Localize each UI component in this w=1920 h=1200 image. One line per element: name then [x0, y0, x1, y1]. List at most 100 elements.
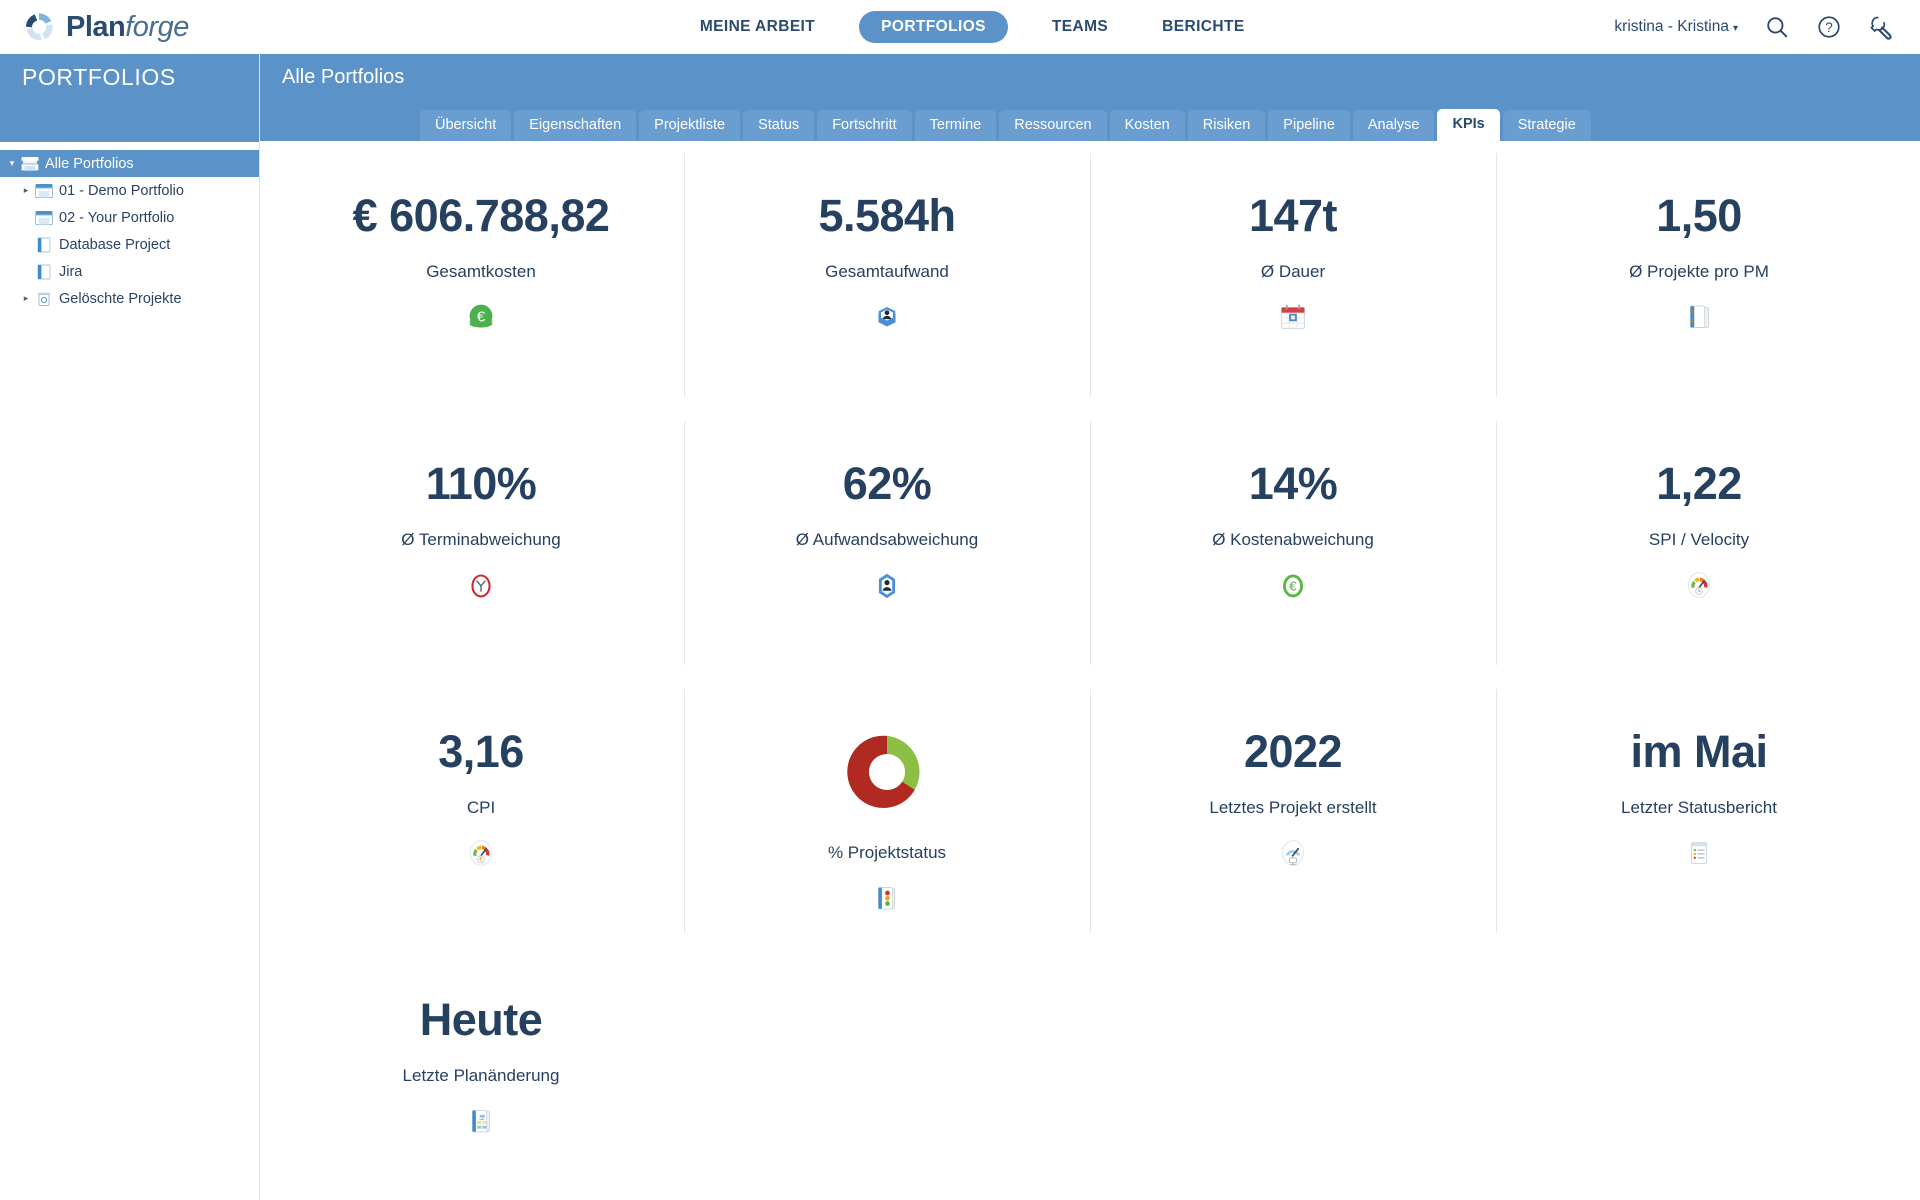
user-zone: kristina - Kristina ▾ ?	[1614, 14, 1920, 40]
nav-item-portfolios[interactable]: PORTFOLIOS	[859, 11, 1008, 43]
kpi-card-spi-velocity[interactable]: 1,22 SPI / Velocity	[1496, 409, 1902, 677]
tab-ressourcen[interactable]: Ressourcen	[999, 110, 1107, 142]
chevron-down-icon: ▾	[1732, 23, 1738, 34]
effort-person-icon	[878, 573, 896, 599]
kpi-card-letztes-projekt-erstellt[interactable]: 2022 Letztes Projekt erstellt	[1090, 677, 1496, 945]
plan-structure-icon	[472, 1110, 490, 1133]
kpi-card-cpi[interactable]: 3,16 CPI €	[278, 677, 684, 945]
speedometer-euro-icon: €	[470, 840, 492, 866]
portfolio-tree: ▾ Alle Portfolios ▸ 01 - Demo Portfolio	[0, 148, 259, 312]
kpi-label: Gesamtaufwand	[825, 262, 949, 282]
tree-item-jira[interactable]: Jira	[0, 258, 259, 285]
kpi-row-4: Heute Letzte Planänderung	[278, 945, 1902, 1200]
effort-person-icon	[878, 307, 896, 327]
tab-pipeline[interactable]: Pipeline	[1268, 110, 1350, 142]
svg-text:€: €	[477, 308, 486, 325]
speedometer-icon	[1688, 572, 1710, 598]
kpi-label: % Projektstatus	[827, 843, 947, 863]
tab-analyse[interactable]: Analyse	[1352, 110, 1435, 142]
search-icon[interactable]	[1764, 14, 1790, 40]
tree-item-label: Jira	[59, 263, 83, 280]
tree-item-label: 01 - Demo Portfolio	[59, 182, 184, 199]
tab-bar: Übersicht Eigenschaften Projektliste Sta…	[420, 109, 1591, 142]
kpi-value: Heute	[419, 994, 543, 1046]
kpi-label: Letztes Projekt erstellt	[1209, 798, 1377, 818]
kpi-value: € 606.788,82	[352, 190, 610, 242]
kpi-card-terminabweichung[interactable]: 110% Ø Terminabweichung	[278, 409, 684, 677]
content-area: Alle Portfolios Übersicht Eigenschaften …	[260, 54, 1920, 1200]
euro-circle-icon: €	[1283, 574, 1303, 598]
kpi-card-projekte-pro-pm[interactable]: 1,50 Ø Projekte pro PM	[1496, 141, 1902, 409]
tab-uebersicht[interactable]: Übersicht	[420, 110, 512, 142]
tab-status[interactable]: Status	[743, 110, 815, 142]
clock-deviation-icon	[471, 574, 491, 598]
tree-item-label: Alle Portfolios	[45, 155, 134, 172]
kpi-cell-empty-2	[1090, 945, 1496, 1200]
tab-kosten[interactable]: Kosten	[1109, 110, 1185, 142]
projektstatus-donut-chart	[847, 735, 920, 809]
kpi-label: Letzter Statusbericht	[1621, 798, 1777, 818]
kpi-card-letzte-planaenderung[interactable]: Heute Letzte Planänderung	[278, 945, 684, 1200]
tree-item-02-your-portfolio[interactable]: 02 - Your Portfolio	[0, 204, 259, 231]
kpi-grid: € 606.788,82 Gesamtkosten € 5.584h Gesam…	[260, 141, 1920, 1200]
tab-risiken[interactable]: Risiken	[1187, 110, 1266, 142]
tree-item-label: Database Project	[59, 236, 171, 253]
sidebar-header: PORTFOLIOS	[0, 54, 259, 142]
kpi-card-aufwandsabweichung[interactable]: 62% Ø Aufwandsabweichung	[684, 409, 1090, 677]
kpi-label: SPI / Velocity	[1648, 530, 1750, 550]
tab-strategie[interactable]: Strategie	[1502, 110, 1591, 142]
tab-fortschritt[interactable]: Fortschritt	[817, 110, 912, 142]
traffic-light-icon	[878, 887, 896, 910]
kpi-label: Ø Terminabweichung	[401, 530, 561, 550]
kpi-row-2: 110% Ø Terminabweichung 62% Ø Aufwandsab…	[278, 409, 1902, 677]
kpi-label: Ø Projekte pro PM	[1629, 262, 1769, 282]
nav-item-berichte[interactable]: BERICHTE	[1152, 12, 1254, 42]
kpi-card-dauer[interactable]: 147t Ø Dauer	[1090, 141, 1496, 409]
help-icon[interactable]: ?	[1816, 14, 1842, 40]
tree-item-database-project[interactable]: Database Project	[0, 231, 259, 258]
tree-item-alle-portfolios[interactable]: ▾ Alle Portfolios	[0, 150, 259, 177]
svg-text:?: ?	[1825, 20, 1833, 35]
kpi-value: 147t	[1248, 190, 1338, 242]
dashboard-monitor-icon	[1282, 840, 1304, 866]
kpi-label: Ø Dauer	[1260, 262, 1326, 282]
calendar-icon	[1281, 304, 1305, 329]
twisty-icon[interactable]: ▸	[18, 293, 34, 304]
project-binder-icon	[1690, 305, 1709, 328]
svg-text:€: €	[1289, 579, 1297, 594]
tree-item-label: 02 - Your Portfolio	[59, 209, 175, 226]
tree-item-01-demo-portfolio[interactable]: ▸ 01 - Demo Portfolio	[0, 177, 259, 204]
kpi-value: 1,22	[1656, 458, 1742, 510]
brand-text-bold: Plan	[66, 10, 126, 43]
tab-projektliste[interactable]: Projektliste	[639, 110, 741, 142]
kpi-card-gesamtkosten[interactable]: € 606.788,82 Gesamtkosten €	[278, 141, 684, 409]
nav-item-teams[interactable]: TEAMS	[1042, 12, 1118, 42]
twisty-icon[interactable]: ▸	[18, 185, 34, 196]
content-header: Alle Portfolios Übersicht Eigenschaften …	[260, 54, 1920, 142]
nav-item-meine-arbeit[interactable]: MEINE ARBEIT	[690, 12, 825, 42]
twisty-icon[interactable]: ▾	[4, 158, 20, 169]
trash-icon	[38, 292, 50, 306]
svg-text:€: €	[479, 857, 483, 864]
tab-termine[interactable]: Termine	[914, 110, 997, 142]
kpi-value: 5.584h	[818, 190, 956, 242]
kpi-card-gesamtaufwand[interactable]: 5.584h Gesamtaufwand	[684, 141, 1090, 409]
user-menu-label: kristina - Kristina	[1614, 18, 1729, 35]
kpi-value: 2022	[1243, 726, 1343, 778]
wrench-icon[interactable]	[1868, 14, 1894, 40]
brand[interactable]: Planforge	[0, 10, 330, 44]
kpi-card-letzter-statusbericht[interactable]: im Mai Letzter Statusbericht	[1496, 677, 1902, 945]
donut-hole	[868, 754, 906, 791]
tree-item-geloeschte-projekte[interactable]: ▸ Gelöschte Projekte	[0, 285, 259, 312]
kpi-value: im Mai	[1630, 726, 1768, 778]
kpi-card-kostenabweichung[interactable]: 14% Ø Kostenabweichung €	[1090, 409, 1496, 677]
kpi-card-projektstatus[interactable]: % Projektstatus	[684, 677, 1090, 945]
tree-item-label: Gelöschte Projekte	[59, 290, 182, 307]
tab-eigenschaften[interactable]: Eigenschaften	[514, 110, 637, 142]
tab-kpis[interactable]: KPIs	[1437, 109, 1500, 142]
kpi-row-1: € 606.788,82 Gesamtkosten € 5.584h Gesam…	[278, 141, 1902, 409]
kpi-label: Letzte Planänderung	[402, 1066, 560, 1086]
euro-coins-icon: €	[469, 304, 493, 328]
kpi-label: Ø Kostenabweichung	[1212, 530, 1374, 550]
user-menu[interactable]: kristina - Kristina ▾	[1614, 18, 1738, 36]
